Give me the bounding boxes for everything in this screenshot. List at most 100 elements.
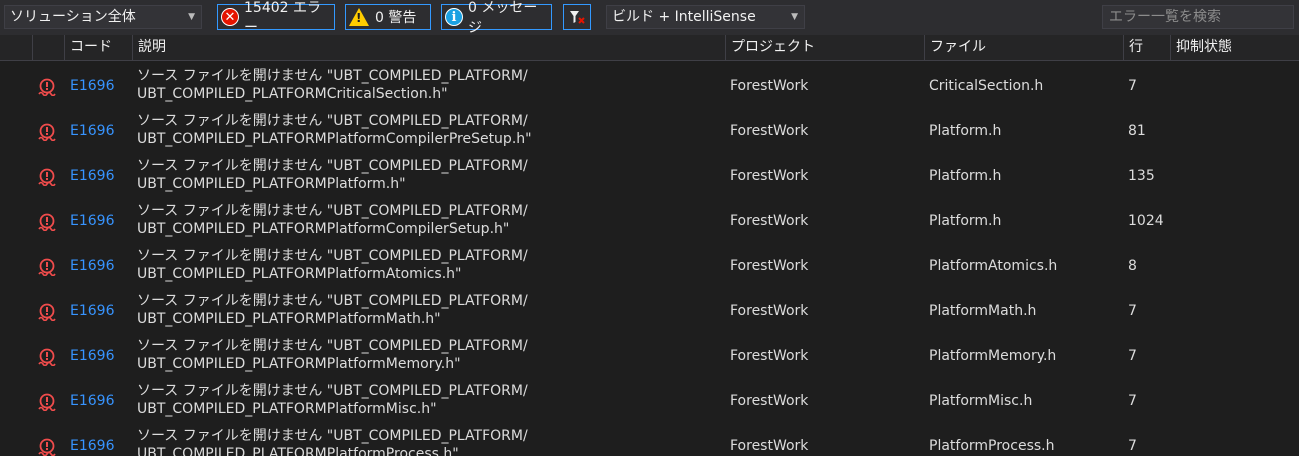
error-file: PlatformMisc.h <box>929 392 1033 409</box>
warning-icon: ! <box>349 8 369 26</box>
errors-count-label: 15402 エラー <box>244 0 321 36</box>
error-list-toolbar: ソリューション全体 ▼ ✕ 15402 エラー ! 0 警告 i 0 メッセージ… <box>0 0 1299 36</box>
filter-button[interactable] <box>563 4 591 30</box>
error-description: ソース ファイルを開けません "UBT_COMPILED_PLATFORM/ U… <box>137 337 722 382</box>
column-header-suppression[interactable]: 抑制状態 <box>1170 35 1299 60</box>
column-header-suppression-label: 抑制状態 <box>1176 39 1232 55</box>
column-header-project[interactable]: プロジェクト <box>725 35 924 60</box>
table-row[interactable]: E1696 ソース ファイルを開けません "UBT_COMPILED_PLATF… <box>0 288 1299 333</box>
error-description-line1: ソース ファイルを開けません "UBT_COMPILED_PLATFORM/ <box>137 68 528 84</box>
error-description: ソース ファイルを開けません "UBT_COMPILED_PLATFORM/ U… <box>137 247 722 292</box>
error-description-line1: ソース ファイルを開けません "UBT_COMPILED_PLATFORM/ <box>137 428 528 444</box>
error-line: 7 <box>1128 77 1137 94</box>
error-description-line2: UBT_COMPILED_PLATFORMPlatform.h" <box>137 176 406 192</box>
chevron-down-icon: ▼ <box>188 12 195 22</box>
error-file: CriticalSection.h <box>929 77 1044 94</box>
error-file: PlatformMath.h <box>929 302 1037 319</box>
error-description-line1: ソース ファイルを開けません "UBT_COMPILED_PLATFORM/ <box>137 203 528 219</box>
table-row[interactable]: E1696 ソース ファイルを開けません "UBT_COMPILED_PLATF… <box>0 243 1299 288</box>
warnings-filter-button[interactable]: ! 0 警告 <box>345 4 431 30</box>
error-project: ForestWork <box>730 212 809 229</box>
error-line: 7 <box>1128 437 1137 454</box>
info-icon: i <box>445 8 463 26</box>
error-description: ソース ファイルを開けません "UBT_COMPILED_PLATFORM/ U… <box>137 112 722 157</box>
column-header-line[interactable]: 行 <box>1123 35 1170 60</box>
error-line: 1024 <box>1128 212 1164 229</box>
error-project: ForestWork <box>730 302 809 319</box>
error-icon: ✕ <box>221 8 239 26</box>
table-row[interactable]: E1696 ソース ファイルを開けません "UBT_COMPILED_PLATF… <box>0 153 1299 198</box>
squiggle-error-icon <box>38 168 56 186</box>
squiggle-error-icon <box>38 78 56 96</box>
error-line: 7 <box>1128 347 1137 364</box>
error-file: Platform.h <box>929 167 1002 184</box>
error-code[interactable]: E1696 <box>70 63 114 108</box>
warnings-count-label: 0 警告 <box>375 10 417 26</box>
filter-icon <box>570 11 585 24</box>
error-description-line1: ソース ファイルを開けません "UBT_COMPILED_PLATFORM/ <box>137 338 528 354</box>
messages-filter-button[interactable]: i 0 メッセージ <box>441 0 552 36</box>
column-header-row: コード 説明 プロジェクト ファイル 行 抑制状態 <box>0 35 1299 61</box>
error-code[interactable]: E1696 <box>70 153 114 198</box>
error-description-line2: UBT_COMPILED_PLATFORMPlatformProcess.h" <box>137 446 459 456</box>
error-project: ForestWork <box>730 392 809 409</box>
column-header-file[interactable]: ファイル <box>924 35 1123 60</box>
error-code[interactable]: E1696 <box>70 198 114 243</box>
error-description-line2: UBT_COMPILED_PLATFORMPlatformCompilerPre… <box>137 131 532 147</box>
table-row[interactable]: E1696 ソース ファイルを開けません "UBT_COMPILED_PLATF… <box>0 198 1299 243</box>
table-row[interactable]: E1696 ソース ファイルを開けません "UBT_COMPILED_PLATF… <box>0 108 1299 153</box>
errors-filter-button[interactable]: ✕ 15402 エラー <box>217 0 335 36</box>
error-code[interactable]: E1696 <box>70 243 114 288</box>
error-description-line2: UBT_COMPILED_PLATFORMPlatformCompilerSet… <box>137 221 510 237</box>
table-row[interactable]: E1696 ソース ファイルを開けません "UBT_COMPILED_PLATF… <box>0 423 1299 456</box>
error-code[interactable]: E1696 <box>70 288 114 333</box>
error-description-line1: ソース ファイルを開けません "UBT_COMPILED_PLATFORM/ <box>137 293 528 309</box>
error-line: 7 <box>1128 302 1137 319</box>
error-project: ForestWork <box>730 122 809 139</box>
scope-dropdown[interactable]: ソリューション全体 ▼ <box>4 5 202 29</box>
squiggle-error-icon <box>38 213 56 231</box>
squiggle-error-icon <box>38 123 56 141</box>
column-header-line-label: 行 <box>1129 39 1143 55</box>
error-description: ソース ファイルを開けません "UBT_COMPILED_PLATFORM/ U… <box>137 292 722 337</box>
error-file: PlatformMemory.h <box>929 347 1057 364</box>
squiggle-error-icon <box>38 258 56 276</box>
squiggle-error-icon <box>38 438 56 456</box>
error-code[interactable]: E1696 <box>70 423 114 456</box>
error-code[interactable]: E1696 <box>70 333 114 378</box>
error-description-line1: ソース ファイルを開けません "UBT_COMPILED_PLATFORM/ <box>137 248 528 264</box>
error-project: ForestWork <box>730 257 809 274</box>
error-line: 135 <box>1128 167 1155 184</box>
error-code[interactable]: E1696 <box>70 108 114 153</box>
error-description-line2: UBT_COMPILED_PLATFORMPlatformMemory.h" <box>137 356 461 372</box>
table-row[interactable]: E1696 ソース ファイルを開けません "UBT_COMPILED_PLATF… <box>0 63 1299 108</box>
error-description: ソース ファイルを開けません "UBT_COMPILED_PLATFORM/ U… <box>137 67 722 112</box>
column-header-icon[interactable] <box>32 35 64 60</box>
table-row[interactable]: E1696 ソース ファイルを開けません "UBT_COMPILED_PLATF… <box>0 333 1299 378</box>
squiggle-error-icon <box>38 348 56 366</box>
build-mode-dropdown[interactable]: ビルド + IntelliSense ▼ <box>606 5 805 29</box>
messages-count-label: 0 メッセージ <box>468 0 538 36</box>
error-project: ForestWork <box>730 347 809 364</box>
search-input[interactable] <box>1102 5 1294 29</box>
build-mode-label: ビルド + IntelliSense <box>612 9 756 25</box>
error-description-line2: UBT_COMPILED_PLATFORMPlatformMisc.h" <box>137 401 437 417</box>
error-code[interactable]: E1696 <box>70 378 114 423</box>
column-header-description[interactable]: 説明 <box>132 35 725 60</box>
error-file: Platform.h <box>929 122 1002 139</box>
column-header-file-label: ファイル <box>930 39 986 55</box>
error-description: ソース ファイルを開けません "UBT_COMPILED_PLATFORM/ U… <box>137 157 722 202</box>
error-description: ソース ファイルを開けません "UBT_COMPILED_PLATFORM/ U… <box>137 427 722 456</box>
error-description-line1: ソース ファイルを開けません "UBT_COMPILED_PLATFORM/ <box>137 113 528 129</box>
error-project: ForestWork <box>730 437 809 454</box>
error-file: Platform.h <box>929 212 1002 229</box>
error-description-line1: ソース ファイルを開けません "UBT_COMPILED_PLATFORM/ <box>137 383 528 399</box>
error-description: ソース ファイルを開けません "UBT_COMPILED_PLATFORM/ U… <box>137 382 722 427</box>
error-project: ForestWork <box>730 77 809 94</box>
column-header-project-label: プロジェクト <box>731 39 815 55</box>
table-row[interactable]: E1696 ソース ファイルを開けません "UBT_COMPILED_PLATF… <box>0 378 1299 423</box>
column-header-description-label: 説明 <box>138 39 166 55</box>
error-line: 7 <box>1128 392 1137 409</box>
column-header-code[interactable]: コード <box>64 35 132 60</box>
error-file: PlatformAtomics.h <box>929 257 1058 274</box>
